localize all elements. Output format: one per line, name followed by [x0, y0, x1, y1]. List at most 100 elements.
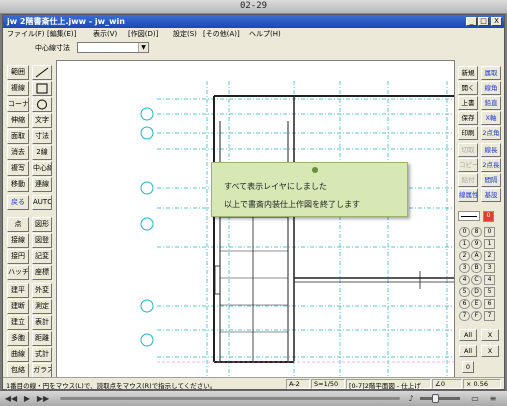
- tool-polygon[interactable]: 多胞: [7, 331, 29, 346]
- tool-symbol-change[interactable]: 記変: [32, 249, 52, 264]
- menu-edit[interactable]: [編集(E)]: [47, 29, 76, 39]
- maximize-button[interactable]: □: [478, 17, 489, 26]
- layer-1[interactable]: 1: [459, 239, 470, 249]
- tool-figure-register[interactable]: 図登: [32, 233, 52, 248]
- save-button[interactable]: 保存: [458, 111, 478, 125]
- open-button[interactable]: 開く: [458, 81, 478, 95]
- layer-4[interactable]: 4: [459, 275, 470, 285]
- tool-text[interactable]: 文字: [32, 113, 52, 128]
- chevron-down-icon[interactable]: ▼: [138, 43, 148, 52]
- status-cell-layer[interactable]: [0-7]2階平面図 - 仕上げ: [346, 379, 431, 390]
- layer-group-7[interactable]: 7: [484, 311, 495, 321]
- tool-building-elevation[interactable]: 建立: [7, 315, 29, 330]
- layer-group-active[interactable]: 0: [483, 211, 494, 222]
- layer-f[interactable]: F: [471, 311, 482, 321]
- layer-group-1[interactable]: 1: [484, 239, 495, 249]
- tool-parallel[interactable]: 複線: [7, 81, 29, 96]
- status-cell-zoom[interactable]: × 0.56: [463, 379, 501, 389]
- tool-envelope[interactable]: 包絡: [7, 363, 29, 378]
- layer-2[interactable]: 2: [459, 251, 470, 261]
- layer-d[interactable]: D: [471, 287, 482, 297]
- two-point-angle-button[interactable]: 2点角: [481, 126, 501, 140]
- fullscreen-icon[interactable]: ▭: [468, 393, 482, 404]
- tool-range[interactable]: 範囲: [7, 65, 29, 80]
- tool-stretch[interactable]: 伸縮: [7, 113, 29, 128]
- attribute-get-button[interactable]: 属取: [481, 66, 501, 80]
- tool-curve[interactable]: 曲線: [7, 347, 29, 362]
- tool-centerline[interactable]: 中心線: [32, 161, 52, 176]
- tool-erase[interactable]: 消去: [7, 145, 29, 160]
- tool-dimension[interactable]: 寸法: [32, 129, 52, 144]
- tool-figure[interactable]: 図形: [32, 217, 52, 232]
- tool-building-section[interactable]: 建断: [7, 299, 29, 314]
- tool-auto[interactable]: AUTO: [32, 195, 52, 210]
- tool-tangent[interactable]: 接線: [7, 233, 29, 248]
- dimension-select[interactable]: ▼: [77, 42, 149, 53]
- status-cell-paper[interactable]: A-2: [286, 379, 310, 389]
- close-button[interactable]: X: [491, 17, 502, 26]
- rectangle-tool-icon[interactable]: [32, 81, 52, 96]
- seek-bar[interactable]: [60, 397, 400, 400]
- menu-other[interactable]: [その他(A)]: [203, 29, 240, 39]
- layer-group-0[interactable]: 0: [484, 227, 495, 237]
- minimize-button[interactable]: _: [466, 17, 477, 26]
- layer-e[interactable]: E: [471, 299, 482, 309]
- paste-button[interactable]: 貼付: [458, 173, 478, 187]
- layer-3[interactable]: 3: [459, 263, 470, 273]
- layer-9[interactable]: 9: [471, 239, 482, 249]
- group-indicator[interactable]: 0: [462, 361, 474, 373]
- layer-b[interactable]: B: [471, 263, 482, 273]
- circle-tool-icon[interactable]: [32, 97, 52, 112]
- all-groups-button[interactable]: All: [459, 345, 477, 357]
- undo-button[interactable]: 戻る: [7, 195, 29, 210]
- layer-8[interactable]: 8: [471, 227, 482, 237]
- play-icon[interactable]: ▶: [20, 393, 34, 404]
- rewind-icon[interactable]: ◀◀: [4, 393, 18, 404]
- tool-double-line[interactable]: 2線: [32, 145, 52, 160]
- clear-layers-button[interactable]: X: [481, 329, 499, 341]
- layer-group-4[interactable]: 4: [484, 275, 495, 285]
- base-setting-button[interactable]: 基設: [481, 188, 501, 202]
- line-attribute-button[interactable]: 線属性: [458, 188, 478, 202]
- tool-coordinate[interactable]: 座標: [32, 265, 52, 280]
- tool-external-change[interactable]: 外変: [32, 283, 52, 298]
- x-axis-button[interactable]: X軸: [481, 111, 501, 125]
- title-bar[interactable]: jw 2階書斎仕上.jww - jw_win _ □ X: [3, 15, 504, 28]
- tool-tangent-circle[interactable]: 接円: [7, 249, 29, 264]
- vertical-button[interactable]: 鉛直: [481, 96, 501, 110]
- layer-c[interactable]: C: [471, 275, 482, 285]
- tool-table-calc[interactable]: 表計: [32, 315, 52, 330]
- tool-chamfer[interactable]: 面取: [7, 129, 29, 144]
- overwrite-button[interactable]: 上書: [458, 96, 478, 110]
- status-cell-angle[interactable]: ∠0: [432, 379, 462, 389]
- tool-point[interactable]: 点: [7, 217, 29, 232]
- speaker-icon[interactable]: ♪: [404, 393, 418, 404]
- layer-group-5[interactable]: 5: [484, 287, 495, 297]
- line-style-preview[interactable]: [458, 211, 480, 221]
- layer-6[interactable]: 6: [459, 299, 470, 309]
- layer-0[interactable]: 0: [459, 227, 470, 237]
- layer-group-3[interactable]: 3: [484, 263, 495, 273]
- drawing-canvas[interactable]: 収納 すべて表示レイヤにしました 以上で書斎内装仕上作図を終了します: [56, 60, 455, 386]
- forward-icon[interactable]: ▶▶: [36, 393, 50, 404]
- layer-group-6[interactable]: 6: [484, 299, 495, 309]
- volume-slider[interactable]: [420, 397, 460, 400]
- tool-corner[interactable]: コーナー: [7, 97, 29, 112]
- all-layers-button[interactable]: All: [459, 329, 477, 341]
- tool-distance[interactable]: 距離: [32, 331, 52, 346]
- layer-7[interactable]: 7: [459, 311, 470, 321]
- copy-button[interactable]: コピー: [458, 158, 478, 172]
- volume-knob[interactable]: [432, 394, 439, 403]
- clear-groups-button[interactable]: X: [481, 345, 499, 357]
- print-button[interactable]: 印刷: [458, 126, 478, 140]
- line-tool-icon[interactable]: [32, 65, 52, 80]
- menu-settings[interactable]: 設定(S): [173, 29, 197, 39]
- interval-button[interactable]: 間隔: [481, 173, 501, 187]
- tool-building-plan[interactable]: 建平: [7, 283, 29, 298]
- cut-button[interactable]: 切取: [458, 143, 478, 157]
- layer-group-2[interactable]: 2: [484, 251, 495, 261]
- tool-measure[interactable]: 測定: [32, 299, 52, 314]
- layer-a[interactable]: A: [471, 251, 482, 261]
- tool-glass[interactable]: ガラス: [32, 363, 52, 378]
- menu-view[interactable]: 表示(V): [93, 29, 117, 39]
